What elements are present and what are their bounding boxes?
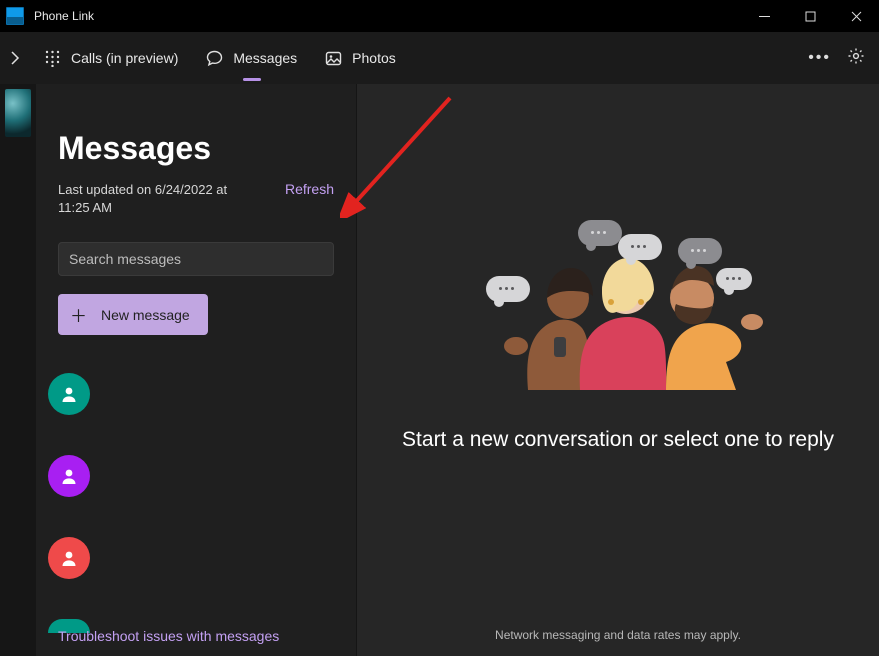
conversation-item[interactable] xyxy=(48,537,90,579)
messages-sidebar: Messages Last updated on 6/24/2022 at 11… xyxy=(36,84,357,656)
nav-tab-calls[interactable]: Calls (in preview) xyxy=(38,44,184,73)
device-strip xyxy=(0,84,36,656)
expand-chevron-icon[interactable] xyxy=(0,51,30,65)
minimize-button[interactable] xyxy=(741,0,787,32)
photos-icon xyxy=(325,50,342,67)
chat-icon xyxy=(206,50,223,67)
new-message-label: New message xyxy=(101,307,190,323)
conversation-item[interactable] xyxy=(48,455,90,497)
app-title: Phone Link xyxy=(34,9,94,23)
conversation-illustration xyxy=(468,212,768,392)
nav-tab-messages[interactable]: Messages xyxy=(200,44,303,73)
last-updated-text: Last updated on 6/24/2022 at 11:25 AM xyxy=(58,181,248,216)
dialpad-icon xyxy=(44,50,61,67)
person-icon xyxy=(60,385,78,403)
person-icon xyxy=(60,467,78,485)
titlebar: Phone Link xyxy=(0,0,879,32)
top-nav: Calls (in preview) Messages Photos ••• xyxy=(0,32,879,84)
empty-state-prompt: Start a new conversation or select one t… xyxy=(402,428,834,452)
settings-button[interactable] xyxy=(847,47,865,70)
device-thumbnail[interactable] xyxy=(5,89,31,137)
new-message-button[interactable]: ＋ New message xyxy=(58,294,208,335)
app-icon xyxy=(6,7,24,25)
maximize-button[interactable] xyxy=(787,0,833,32)
person-icon xyxy=(60,549,78,567)
content-pane: Start a new conversation or select one t… xyxy=(357,84,879,656)
nav-tab-label: Photos xyxy=(352,50,396,66)
search-input-wrapper[interactable] xyxy=(58,242,334,276)
close-button[interactable] xyxy=(833,0,879,32)
more-options-button[interactable]: ••• xyxy=(808,49,831,67)
page-title: Messages xyxy=(58,130,334,167)
conversation-item[interactable] xyxy=(48,373,90,415)
refresh-link[interactable]: Refresh xyxy=(285,181,334,197)
nav-tab-label: Calls (in preview) xyxy=(71,50,178,66)
nav-tab-label: Messages xyxy=(233,50,297,66)
plus-icon: ＋ xyxy=(70,302,87,327)
nav-tab-photos[interactable]: Photos xyxy=(319,44,402,73)
gear-icon xyxy=(847,47,865,65)
troubleshoot-link[interactable]: Troubleshoot issues with messages xyxy=(58,628,279,644)
disclaimer-text: Network messaging and data rates may app… xyxy=(495,628,741,642)
conversation-list xyxy=(48,373,334,633)
search-input[interactable] xyxy=(69,251,323,267)
